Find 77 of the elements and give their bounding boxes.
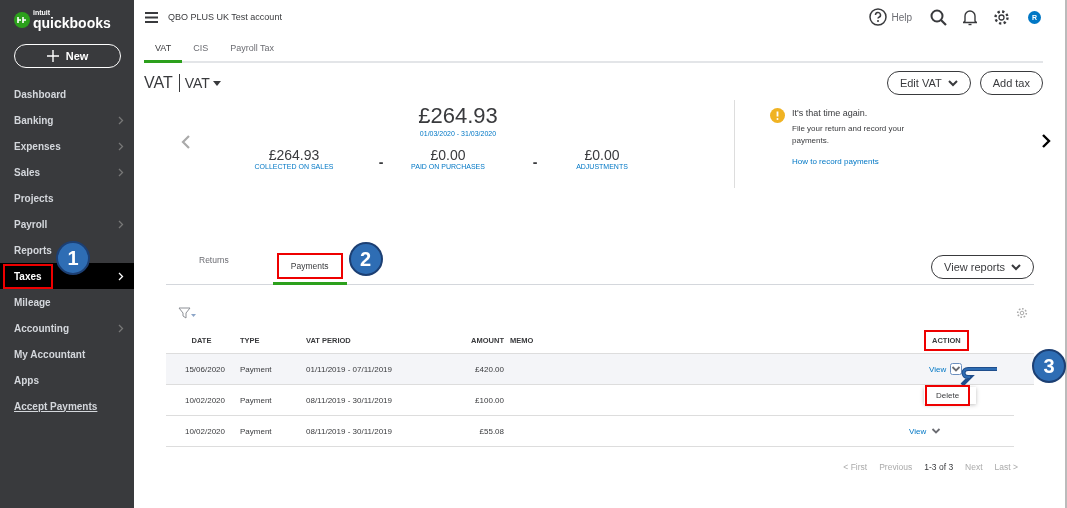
sidebar-item[interactable]: Mileage: [3, 289, 54, 315]
table-cell: Payment: [240, 395, 272, 405]
vat-total: £264.93: [418, 103, 498, 129]
pagination-link: Last >: [994, 462, 1018, 472]
plus-icon: [46, 50, 59, 62]
agency-dropdown[interactable]: VAT: [184, 75, 221, 91]
chevron-right-icon: [118, 115, 124, 125]
minus-sign: -: [377, 152, 385, 170]
sidebar-item[interactable]: Expenses: [3, 133, 64, 159]
menu-icon[interactable]: [145, 11, 158, 23]
sidebar-item[interactable]: Dashboard: [3, 81, 70, 107]
help-icon[interactable]: [869, 8, 888, 26]
chevron-right-icon: [118, 271, 124, 281]
step-number-badge: 3: [1032, 349, 1066, 383]
pagination-link: Next: [965, 462, 983, 472]
chevron-right-icon: [118, 219, 124, 229]
bell-icon[interactable]: [963, 8, 977, 26]
table-cell: 08/11/2019 - 30/11/2019: [306, 426, 392, 436]
sidebar-item[interactable]: Accounting: [3, 315, 72, 341]
pagination-link: < First: [843, 462, 868, 472]
notice-title: It's that time again.: [792, 108, 869, 118]
page-title: VAT: [144, 74, 180, 92]
sidebar-item[interactable]: Accept Payments: [3, 393, 101, 419]
step-number-badge: 2: [348, 242, 383, 276]
chevron-down-icon: [1011, 263, 1021, 271]
sidebar-item[interactable]: Banking: [3, 107, 57, 133]
tax-button[interactable]: Add tax: [979, 71, 1043, 95]
help-link[interactable]: Help: [891, 11, 912, 23]
pagination-link[interactable]: 1-3 of 3: [924, 462, 954, 472]
chevron-right-icon: [118, 141, 124, 151]
search-icon[interactable]: [930, 8, 947, 26]
amount-value: £0.00: [584, 147, 620, 163]
table-cell: £420.00: [475, 364, 504, 374]
table-cell: 01/11/2019 - 07/11/2019: [306, 364, 392, 374]
view-link[interactable]: View: [909, 426, 927, 436]
table-cell: 10/02/2020: [184, 426, 225, 436]
tab[interactable]: Returns: [166, 247, 259, 285]
table-cell: 10/02/2020: [184, 395, 225, 405]
minus-sign: -: [531, 152, 539, 170]
tab[interactable]: VAT: [144, 43, 183, 63]
help-link[interactable]: How to record payments: [792, 157, 942, 166]
chevron-right-icon: [118, 167, 124, 177]
notice-text: File your return and record your payments.: [792, 123, 906, 147]
filter-icon[interactable]: [178, 307, 197, 319]
table-cell: Payment: [240, 364, 272, 374]
table-cell: Payment: [240, 426, 272, 436]
table-cell: 08/11/2019 - 30/11/2019: [306, 395, 392, 405]
sidebar-item[interactable]: My Accountant: [3, 341, 89, 367]
amount-value: £264.93: [268, 147, 320, 163]
sidebar-item[interactable]: Reports: [3, 237, 55, 263]
table-cell: £55.08: [479, 426, 504, 436]
caret-icon: [212, 80, 221, 86]
company-name: QBO PLUS UK Test account: [168, 12, 282, 22]
chevron-right-icon[interactable]: [1042, 134, 1051, 148]
table-cell: £100.00: [475, 395, 504, 405]
pagination-link: Previous: [879, 462, 913, 472]
settings-icon[interactable]: [993, 8, 1010, 26]
logo-icon: [14, 11, 30, 28]
logo-name: quickbooks: [33, 16, 111, 30]
sidebar-item[interactable]: Sales: [3, 159, 44, 185]
amount-value: £0.00: [430, 147, 466, 163]
tab[interactable]: CIS: [182, 43, 220, 63]
warning-icon: [770, 108, 785, 123]
tax-button[interactable]: Edit VAT: [886, 71, 971, 95]
sidebar-item[interactable]: Projects: [3, 185, 57, 211]
view-link[interactable]: View: [929, 364, 947, 374]
delete-menu-item[interactable]: Delete: [925, 385, 971, 406]
chevron-down-icon: [947, 79, 958, 87]
sidebar-item[interactable]: Apps: [3, 367, 42, 393]
chevron-right-icon: [118, 323, 124, 333]
tab[interactable]: Payroll Tax: [219, 43, 286, 63]
table-cell: 15/06/2020: [184, 364, 225, 374]
sidebar-item[interactable]: Payroll: [3, 211, 51, 237]
view-reports-button[interactable]: View reports: [931, 255, 1034, 279]
chevron-down-icon[interactable]: [950, 363, 963, 375]
step-number-badge: 1: [56, 241, 90, 275]
sidebar-item[interactable]: Taxes: [3, 263, 53, 289]
